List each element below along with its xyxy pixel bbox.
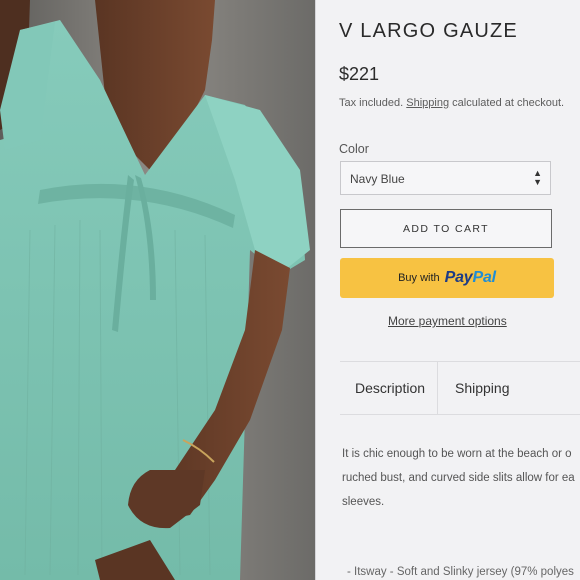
tab-separator [437, 362, 438, 414]
paypal-prefix: Buy with [398, 272, 440, 284]
product-photo-illustration [0, 0, 315, 580]
shipping-policy-link[interactable]: Shipping [406, 97, 449, 109]
add-to-cart-button[interactable]: ADD TO CART [340, 209, 552, 248]
tabs-top-divider [340, 361, 580, 362]
more-payment-options-link[interactable]: More payment options [388, 314, 507, 328]
product-price: $221 [339, 64, 380, 84]
product-description: It is chic enough to be worn at the beac… [342, 442, 580, 514]
product-photo[interactable] [0, 0, 315, 580]
select-chevron-icon: ▲ ▼ [533, 168, 542, 187]
screen: V LARGO GAUZE $221 Tax included. Shippin… [0, 0, 580, 580]
tax-note-suffix: calculated at checkout. [452, 97, 565, 109]
tabs-bottom-divider [340, 414, 580, 415]
paypal-logo: PayPal [444, 269, 497, 286]
description-line: It is chic enough to be worn at the beac… [342, 448, 572, 460]
product-title: V LARGO GAUZE [339, 20, 518, 42]
color-label: Color [339, 142, 369, 156]
color-select[interactable]: Navy Blue ▲ ▼ [340, 161, 551, 195]
description-line: sleeves. [342, 496, 385, 508]
description-bullet: - Itsway - Soft and Slinky jersey (97% p… [347, 566, 574, 578]
tab-shipping[interactable]: Shipping [455, 380, 510, 396]
tab-description[interactable]: Description [355, 380, 425, 396]
tax-note: Tax included. Shipping calculated at che… [339, 97, 564, 109]
color-select-value: Navy Blue [350, 172, 405, 186]
description-line: ruched bust, and curved side slits allow… [342, 472, 575, 484]
paypal-checkout-button[interactable]: Buy with PayPal [340, 258, 554, 298]
panel-divider [315, 0, 316, 580]
product-details-panel: V LARGO GAUZE $221 Tax included. Shippin… [315, 0, 580, 580]
tax-note-text: Tax included. [339, 97, 404, 109]
